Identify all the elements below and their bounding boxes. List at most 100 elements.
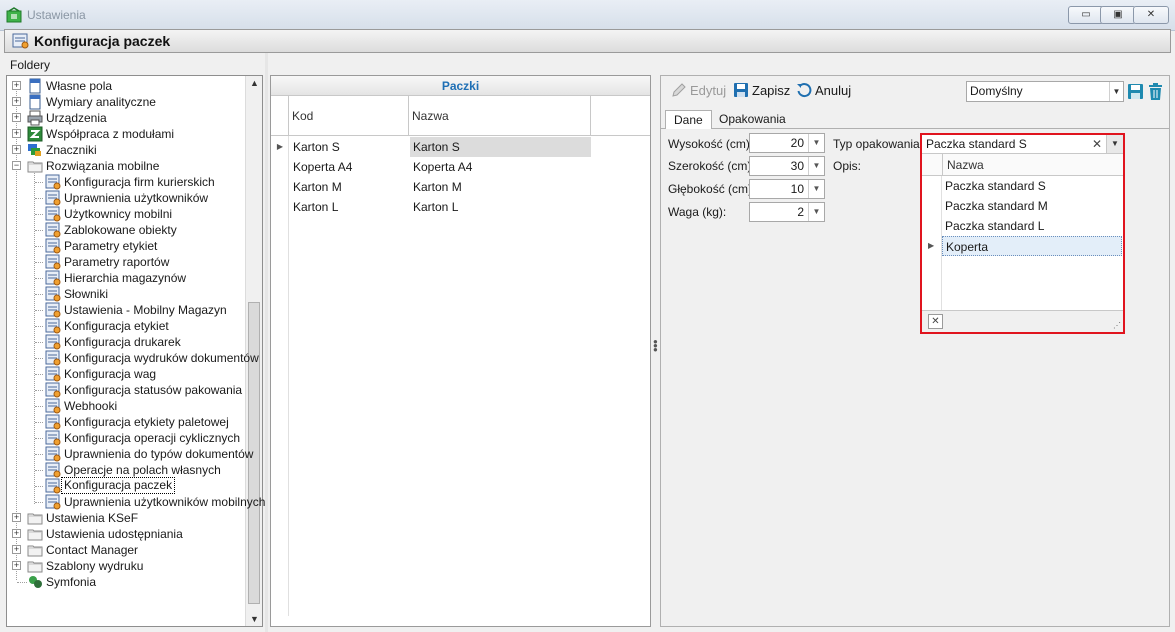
tree-node-label: Ustawienia udostępniania <box>46 527 183 541</box>
table-row[interactable]: Koperta A4 Koperta A4 <box>271 157 650 177</box>
packages-grid: Paczki Kod Nazwa ▶ Karton S Karton S Kopert… <box>270 75 651 627</box>
profile-select[interactable]: Domyślny ▼ <box>966 81 1124 102</box>
tree-node[interactable]: Konfiguracja wydruków dokumentów <box>7 350 259 366</box>
package-type-lookup[interactable]: Paczka standard S ✕ ▼ Nazwa Paczka stand… <box>920 133 1125 334</box>
tree-node[interactable]: + Urządzenia <box>7 110 245 126</box>
tree-node[interactable]: + Współpraca z modułami <box>7 126 245 142</box>
panel-splitter[interactable] <box>265 53 268 632</box>
trash-icon[interactable] <box>1147 82 1164 101</box>
tree-node[interactable]: Konfiguracja etykiety paletowej <box>7 414 245 430</box>
tree-line <box>35 182 43 183</box>
tree-node[interactable]: + Contact Manager <box>7 542 245 558</box>
save-profile-icon[interactable] <box>1127 82 1144 101</box>
tree-node[interactable]: + Znaczniki <box>7 142 245 158</box>
tree-node[interactable]: − Rozwiązania mobilne <box>7 158 245 174</box>
expand-icon[interactable]: + <box>12 145 21 154</box>
cell-nazwa[interactable]: Karton L <box>410 197 591 217</box>
table-row[interactable]: Karton M Karton M <box>271 177 650 197</box>
expand-icon[interactable]: + <box>12 113 21 122</box>
edit-button[interactable]: Edytuj <box>671 80 726 102</box>
expand-icon[interactable]: + <box>12 129 21 138</box>
width-spinner[interactable]: 30 ▼ <box>749 156 825 176</box>
tree-line <box>35 310 43 311</box>
lookup-column-nazwa[interactable]: Nazwa <box>942 154 984 176</box>
weight-spinner[interactable]: 2 ▼ <box>749 202 825 222</box>
lookup-option[interactable]: Paczka standard M <box>942 196 1122 216</box>
table-row[interactable]: ▶ Karton S Karton S <box>271 137 650 157</box>
lookup-option[interactable]: Paczka standard S <box>942 176 1122 196</box>
tree-node[interactable]: Konfiguracja statusów pakowania <box>7 382 245 398</box>
tree-node[interactable]: Parametry etykiet <box>7 238 245 254</box>
tree-node[interactable]: Zablokowane obiekty <box>7 222 245 238</box>
expand-icon[interactable]: + <box>12 97 21 106</box>
cancel-button[interactable]: Anuluj <box>796 80 851 102</box>
save-button[interactable]: Zapisz <box>733 80 790 102</box>
tree-node[interactable]: Uprawnienia do typów dokumentów <box>7 446 253 462</box>
tab-dane[interactable]: Dane <box>665 110 712 130</box>
expand-icon[interactable]: + <box>12 81 21 90</box>
scroll-down-icon[interactable]: ▼ <box>250 614 259 624</box>
spinner-dropdown-icon[interactable]: ▼ <box>808 157 824 175</box>
table-row[interactable]: Karton L Karton L <box>271 197 650 217</box>
column-header-nazwa[interactable]: Nazwa <box>409 96 591 136</box>
description-label: Opis: <box>833 159 862 173</box>
collapse-icon[interactable]: − <box>12 161 21 170</box>
cell-kod[interactable]: Karton M <box>290 177 409 197</box>
cell-kod[interactable]: Karton L <box>290 197 409 217</box>
tree-node[interactable]: Ustawienia - Mobilny Magazyn <box>7 302 245 318</box>
tree-node[interactable]: Symfonia <box>7 574 245 590</box>
depth-spinner[interactable]: 10 ▼ <box>749 179 825 199</box>
chevron-down-icon[interactable]: ▼ <box>1109 82 1123 101</box>
cell-nazwa[interactable]: Koperta A4 <box>410 157 591 177</box>
tree-node[interactable]: + Ustawienia udostępniania <box>7 526 245 542</box>
column-header-kod[interactable]: Kod <box>289 96 409 136</box>
resize-grip-icon[interactable]: ⋰ <box>1113 321 1121 330</box>
expand-icon[interactable]: + <box>12 529 21 538</box>
height-spinner[interactable]: 20 ▼ <box>749 133 825 153</box>
lookup-option[interactable]: Paczka standard L <box>942 216 1122 236</box>
maximize-button[interactable]: ▣ <box>1100 6 1136 24</box>
package-type-input[interactable]: Paczka standard S ✕ ▼ <box>922 135 1123 154</box>
pencil-icon <box>672 83 686 97</box>
tree-node[interactable]: + Wymiary analityczne <box>7 94 245 110</box>
spinner-dropdown-icon[interactable]: ▼ <box>808 134 824 152</box>
tree-line <box>35 198 43 199</box>
tree-node[interactable]: Konfiguracja firm kurierskich <box>7 174 245 190</box>
expand-icon[interactable]: + <box>12 561 21 570</box>
tree-node[interactable]: Słowniki <box>7 286 245 302</box>
expand-icon[interactable]: + <box>12 545 21 554</box>
lookup-option[interactable]: Koperta <box>942 236 1122 256</box>
tree-node[interactable]: Uprawnienia użytkowników mobilnych <box>7 494 265 510</box>
chevron-down-icon[interactable]: ▼ <box>1106 135 1123 153</box>
tree-node[interactable]: + Własne pola <box>7 78 245 94</box>
tree-node[interactable]: Konfiguracja wag <box>7 366 245 382</box>
tree-node[interactable]: + Ustawienia KSeF <box>7 510 245 526</box>
minimize-button[interactable]: ▭ <box>1068 6 1104 24</box>
tree-node[interactable]: Parametry raportów <box>7 254 245 270</box>
folder-tree[interactable]: ▲ ▼ + Własne pola + Wymiary analityczne + Urz… <box>6 75 265 627</box>
expand-icon[interactable]: + <box>12 513 21 522</box>
cell-nazwa[interactable]: Karton S <box>410 137 591 157</box>
tab-opakowania[interactable]: Opakowania <box>711 110 794 130</box>
tree-node[interactable]: Konfiguracja drukarek <box>7 334 245 350</box>
close-popup-button[interactable]: ✕ <box>928 314 943 329</box>
scroll-up-icon[interactable]: ▲ <box>250 78 259 88</box>
clear-icon[interactable]: ✕ <box>1090 136 1104 152</box>
cell-nazwa[interactable]: Karton M <box>410 177 591 197</box>
tree-node[interactable]: Konfiguracja operacji cyklicznych <box>7 430 245 446</box>
spinner-dropdown-icon[interactable]: ▼ <box>808 203 824 221</box>
tree-node[interactable]: Operacje na polach własnych <box>7 462 245 478</box>
tree-node[interactable]: Użytkownicy mobilni <box>7 206 245 222</box>
splitter-grip-icon[interactable]: ● ● ● <box>653 338 658 354</box>
cell-kod[interactable]: Koperta A4 <box>290 157 409 177</box>
tree-node[interactable]: Webhooki <box>7 398 245 414</box>
config-icon <box>12 33 29 49</box>
close-button[interactable]: ✕ <box>1133 6 1169 24</box>
tree-node[interactable]: Konfiguracja etykiet <box>7 318 245 334</box>
tree-node[interactable]: + Szablony wydruku <box>7 558 245 574</box>
tree-node[interactable]: Uprawnienia użytkowników <box>7 190 245 206</box>
spinner-dropdown-icon[interactable]: ▼ <box>808 180 824 198</box>
tree-node[interactable]: Hierarchia magazynów <box>7 270 245 286</box>
tree-node[interactable]: Konfiguracja paczek <box>7 477 245 494</box>
cell-kod[interactable]: Karton S <box>290 137 409 157</box>
